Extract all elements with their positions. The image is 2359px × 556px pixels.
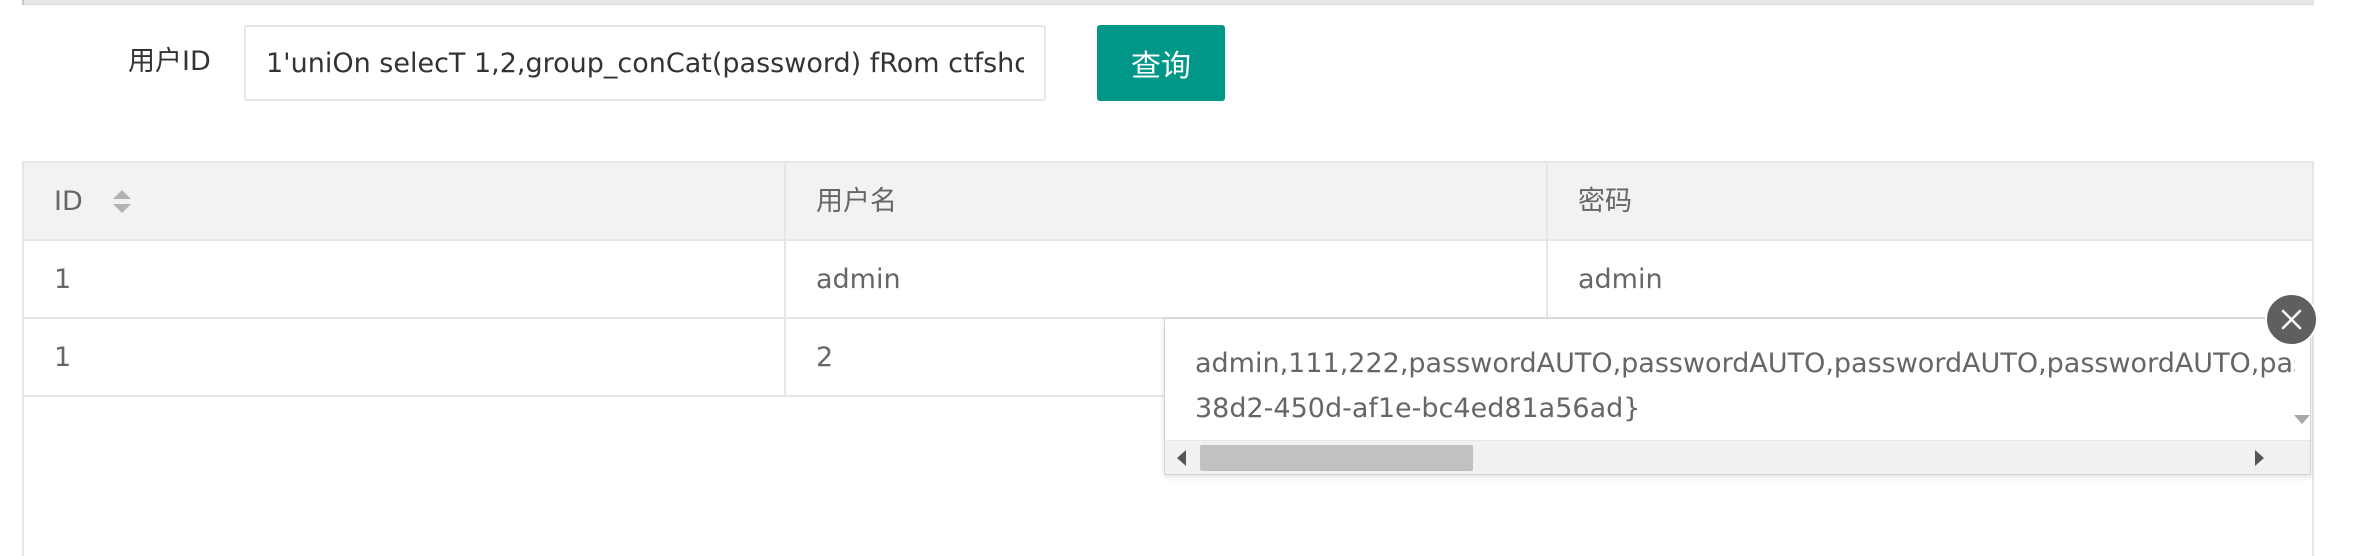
top-panel-left-edge — [22, 0, 24, 5]
scrollbar-thumb[interactable] — [1200, 445, 1473, 471]
table-header-id[interactable]: ID — [24, 163, 784, 241]
sort-icon[interactable] — [113, 190, 132, 214]
scroll-down-icon[interactable] — [2294, 415, 2310, 424]
table-cell-username: admin — [784, 241, 1546, 319]
tooltip-line-1: admin,111,222,passwordAUTO,passwordAUTO,… — [1195, 348, 2295, 379]
horizontal-scrollbar[interactable] — [1165, 440, 2310, 474]
table-header-username: 用户名 — [784, 163, 1546, 241]
tooltip-line-2: 38d2-450d-af1e-bc4ed81a56ad} — [1195, 393, 1641, 424]
table-cell-id: 1 — [54, 264, 72, 295]
table-cell-id: 1 — [54, 342, 72, 373]
sort-ascending-icon[interactable] — [113, 190, 132, 199]
chevron-left-icon[interactable] — [1177, 450, 1186, 466]
close-icon — [2281, 309, 2302, 330]
sql-query-page: 用户ID 查询 ID 用户名 密码 1 admin admin 1 2 admi… — [0, 0, 2359, 556]
chevron-right-icon[interactable] — [2255, 450, 2264, 466]
sort-descending-icon[interactable] — [113, 204, 132, 213]
close-button[interactable] — [2265, 293, 2318, 346]
table-cell-password: admin — [1546, 241, 2312, 319]
user-id-input[interactable] — [244, 25, 1046, 101]
table-header-password: 密码 — [1546, 163, 2312, 241]
query-button[interactable]: 查询 — [1097, 25, 1225, 101]
top-panel-edge — [22, 0, 2314, 5]
table-header-id-label: ID — [54, 186, 83, 217]
user-id-label: 用户ID — [128, 46, 211, 77]
cell-content-tooltip[interactable]: admin,111,222,passwordAUTO,passwordAUTO,… — [1164, 318, 2311, 475]
table-header: ID 用户名 密码 — [24, 163, 2312, 241]
tooltip-text: admin,111,222,passwordAUTO,passwordAUTO,… — [1195, 341, 2295, 431]
table-row: 1 admin admin — [24, 241, 2312, 319]
